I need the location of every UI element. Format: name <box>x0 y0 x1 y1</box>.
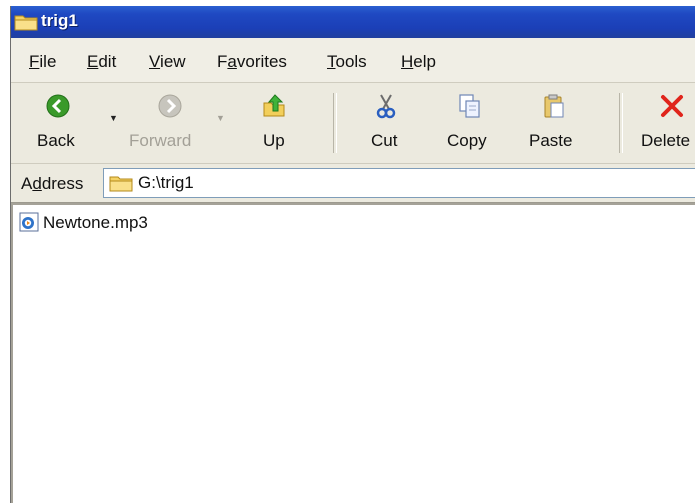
scissors-icon <box>376 94 396 119</box>
title-bar[interactable]: trig1 <box>11 6 695 38</box>
menu-tools[interactable]: Tools <box>327 52 367 72</box>
copy-button[interactable]: Copy <box>443 87 497 159</box>
up-button[interactable]: Up <box>251 87 301 159</box>
back-dropdown-arrow-icon[interactable]: ▼ <box>109 113 118 123</box>
toolbar: Back ▼ Forward ▼ Up Cut Copy Paste Delet… <box>11 83 695 164</box>
file-name: Newtone.mp3 <box>43 213 148 232</box>
folder-icon <box>109 176 133 192</box>
address-bar: Address G:\trig1 <box>11 164 695 204</box>
cut-label: Cut <box>371 131 398 150</box>
toolbar-separator <box>619 93 623 153</box>
window-title: trig1 <box>41 11 78 30</box>
screen: trig1 File Edit View Favorites Tools Hel… <box>0 0 695 503</box>
paste-icon <box>544 94 564 118</box>
menu-bar: File Edit View Favorites Tools Help <box>11 38 695 83</box>
menu-view[interactable]: View <box>149 52 186 72</box>
up-label: Up <box>263 131 285 150</box>
menu-edit[interactable]: Edit <box>87 52 116 72</box>
delete-x-icon <box>661 95 683 117</box>
folder-icon <box>14 15 38 31</box>
folder-up-icon <box>263 94 285 117</box>
explorer-window: trig1 File Edit View Favorites Tools Hel… <box>10 6 695 503</box>
cut-button[interactable]: Cut <box>363 87 409 159</box>
forward-button[interactable]: Forward <box>125 87 211 159</box>
address-value: G:\trig1 <box>138 173 194 192</box>
forward-arrow-icon <box>158 94 182 118</box>
paste-button[interactable]: Paste <box>527 87 583 159</box>
address-input[interactable]: G:\trig1 <box>103 168 695 198</box>
media-file-icon <box>19 212 39 232</box>
menu-favorites[interactable]: Favorites <box>217 52 287 72</box>
file-list-pane[interactable]: Newtone.mp3 <box>11 203 695 503</box>
paste-label: Paste <box>529 131 573 150</box>
address-label: Address <box>21 174 84 193</box>
delete-button[interactable]: Delete <box>637 87 695 159</box>
back-button[interactable]: Back <box>29 87 91 159</box>
back-arrow-icon <box>46 94 70 118</box>
copy-label: Copy <box>447 131 487 150</box>
menu-file[interactable]: File <box>29 52 56 72</box>
menu-help[interactable]: Help <box>401 52 436 72</box>
delete-label: Delete <box>641 131 691 150</box>
forward-dropdown-arrow-icon: ▼ <box>216 113 225 123</box>
toolbar-separator <box>333 93 337 153</box>
forward-label: Forward <box>129 131 192 150</box>
back-label: Back <box>37 131 75 150</box>
copy-icon <box>459 94 480 118</box>
